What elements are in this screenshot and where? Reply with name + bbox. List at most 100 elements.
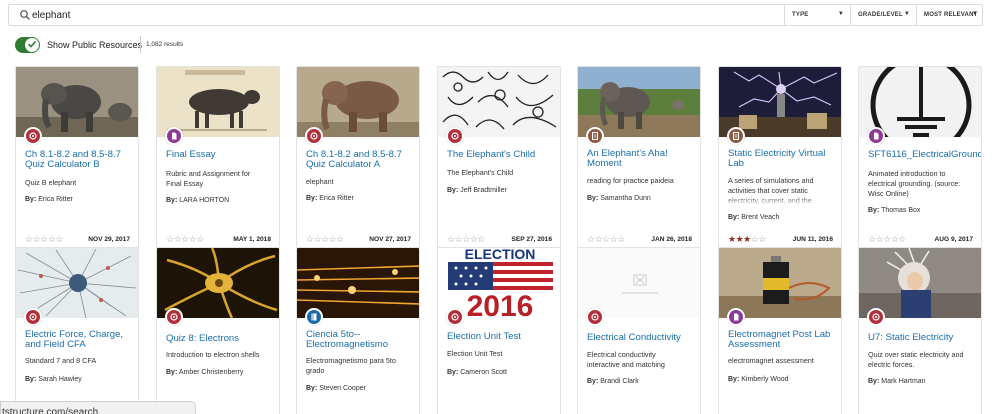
check-icon <box>27 40 37 48</box>
quiz-icon <box>24 127 42 145</box>
year-thumb-text: 2016 <box>467 290 534 318</box>
card-author: By: Kimberly Wood <box>728 376 789 383</box>
card-description: electromagnet assessment <box>728 356 814 365</box>
search-input[interactable] <box>32 8 772 23</box>
card-author: By: Thomas Box <box>868 207 921 214</box>
card-title-link[interactable]: Electric Force, Charge, and Field CFA <box>25 330 138 350</box>
caret-down-icon: ▼ <box>971 11 978 17</box>
resource-card[interactable]: Quiz 8: Electrons Introduction to electr… <box>156 247 280 414</box>
status-bar-url: tstructure.com/search <box>0 401 196 414</box>
document-icon <box>165 127 183 145</box>
resource-card[interactable]: Ch 8.1-8.2 and 8.5-8.7 Quiz Calculator B… <box>15 66 139 248</box>
quiz-icon <box>586 308 604 326</box>
document-icon <box>867 127 885 145</box>
card-description: Quiz over static electricity and electri… <box>868 350 964 369</box>
star-rating[interactable]: ☆☆☆☆☆ <box>447 234 485 245</box>
caret-down-icon: ▼ <box>837 11 844 17</box>
card-author: By: Cameron Scott <box>447 369 507 376</box>
card-description: Standard 7 and 8 CFA <box>25 356 97 365</box>
card-date: JAN 26, 2018 <box>651 236 692 243</box>
card-date: JUN 11, 2016 <box>792 236 833 243</box>
card-title-link[interactable]: U7: Static Electricity <box>868 333 981 343</box>
resource-card[interactable]: Ch 8.1-8.2 and 8.5-8.7 Quiz Calculator A… <box>296 66 420 248</box>
resource-card[interactable]: Electrical Conductivity Electrical condu… <box>577 247 701 414</box>
grade-level-filter-dropdown[interactable]: GRADE/LEVEL ▼ <box>850 5 916 25</box>
star-rating[interactable]: ☆☆☆☆☆ <box>868 234 906 245</box>
resource-card[interactable]: Electric Force, Charge, and Field CFA St… <box>15 247 139 414</box>
document-icon <box>727 308 745 326</box>
sort-dropdown[interactable]: MOST RELEVANT ▼ <box>916 5 984 25</box>
card-author: By: Brandi Clark <box>587 378 639 385</box>
card-author: By: Brent Veach <box>728 214 780 221</box>
star-rating[interactable]: ☆☆☆☆☆ <box>25 234 63 245</box>
quiz-icon <box>446 127 464 145</box>
resource-card[interactable]: An Elephant's Aha! Moment reading for pr… <box>577 66 701 248</box>
resource-card[interactable]: Final Essay Rubric and Assignment for Fi… <box>156 66 280 248</box>
card-title-link[interactable]: Electromagnet Post Lab Assessment <box>728 330 841 350</box>
card-description: elephant <box>306 177 334 186</box>
card-author: By: LARA HORTON <box>166 197 230 204</box>
resource-card[interactable]: U7: Static Electricity Quiz over static … <box>858 247 982 414</box>
card-description: Electromagnetismo para 5to grado <box>306 356 396 375</box>
toggle-label: Show Public Resources <box>47 40 143 50</box>
quiz-icon <box>305 127 323 145</box>
resource-card[interactable]: ELECTION 2016 Election Unit Test Electio… <box>437 247 561 414</box>
quiz-icon <box>24 308 42 326</box>
star-rating[interactable]: ★★★☆☆ <box>728 234 766 245</box>
quiz-icon <box>867 308 885 326</box>
page-icon <box>727 127 745 145</box>
card-description: Rubric and Assignment for Final Essay <box>166 169 251 188</box>
card-description: Animated introduction to electrical grou… <box>868 169 961 198</box>
type-filter-dropdown[interactable]: TYPE ▼ <box>784 5 850 25</box>
card-date: SEP 27, 2016 <box>511 236 552 243</box>
card-title-link[interactable]: Ch 8.1-8.2 and 8.5-8.7 Quiz Calculator A <box>306 150 419 170</box>
star-rating[interactable]: ☆☆☆☆☆ <box>306 234 344 245</box>
card-date: NOV 27, 2017 <box>369 236 411 243</box>
card-title-link[interactable]: Static Electricity Virtual Lab <box>728 149 841 169</box>
card-author: By: Jeff Bradtmiller <box>447 187 507 194</box>
star-rating[interactable]: ☆☆☆☆☆ <box>587 234 625 245</box>
card-title-link[interactable]: The Elephant's Child <box>447 150 560 160</box>
resource-card[interactable]: Static Electricity Virtual Lab A series … <box>718 66 842 248</box>
grade-filter-label: GRADE/LEVEL <box>858 12 903 18</box>
resource-card[interactable]: Ciencia 5to-- Electromagnetismo Electrom… <box>296 247 420 414</box>
card-description: Introduction to electron shells <box>166 350 260 359</box>
card-date: AUG 9, 2017 <box>934 236 973 243</box>
card-title-link[interactable]: Ciencia 5to-- Electromagnetismo <box>306 330 419 350</box>
star-rating[interactable]: ☆☆☆☆☆ <box>166 234 204 245</box>
card-date: NOV 29, 2017 <box>88 236 130 243</box>
resource-card[interactable]: Electromagnet Post Lab Assessment electr… <box>718 247 842 414</box>
card-title-link[interactable]: Electrical Conductivity <box>587 333 700 343</box>
divider <box>140 36 141 53</box>
book-icon <box>305 308 323 326</box>
card-description: The Elephant's Child <box>447 168 514 177</box>
card-description: Election Unit Test <box>447 349 503 358</box>
card-author: By: Erica Ritter <box>25 196 73 203</box>
card-title-link[interactable]: Quiz 8: Electrons <box>166 334 279 344</box>
resource-card[interactable]: SFT6116_ElectricalGrounding Animated int… <box>858 66 982 248</box>
search-icon <box>20 10 30 20</box>
card-date: MAY 1, 2018 <box>233 236 271 243</box>
card-description: Quiz B elephant <box>25 178 77 187</box>
card-title-link[interactable]: Ch 8.1-8.2 and 8.5-8.7 Quiz Calculator B <box>25 150 138 170</box>
card-description: Electrical conductivity interactive and … <box>587 350 665 369</box>
type-filter-label: TYPE <box>792 12 809 18</box>
card-title-link[interactable]: SFT6116_ElectricalGrounding <box>868 150 981 160</box>
card-author: By: Erica Ritter <box>306 195 354 202</box>
card-author: By: Amber Christenberry <box>166 369 244 376</box>
results-count: 1,082 results <box>146 41 184 48</box>
toggle-knob <box>25 38 39 52</box>
card-author: By: Samantha Dunn <box>587 195 651 202</box>
search-bar: TYPE ▼ GRADE/LEVEL ▼ MOST RELEVANT ▼ <box>8 4 983 26</box>
quiz-icon <box>165 308 183 326</box>
show-public-resources-toggle[interactable] <box>15 37 40 53</box>
resource-card[interactable]: The Elephant's Child The Elephant's Chil… <box>437 66 561 248</box>
quiz-icon <box>446 308 464 326</box>
card-author: By: Sarah Hawley <box>25 376 82 383</box>
card-title-link[interactable]: Final Essay <box>166 150 279 160</box>
election-thumb-text: ELECTION <box>465 248 536 262</box>
sort-label: MOST RELEVANT <box>924 12 978 18</box>
card-title-link[interactable]: Election Unit Test <box>447 332 560 342</box>
card-title-link[interactable]: An Elephant's Aha! Moment <box>587 149 700 169</box>
card-description: reading for practice paideia <box>587 176 674 185</box>
